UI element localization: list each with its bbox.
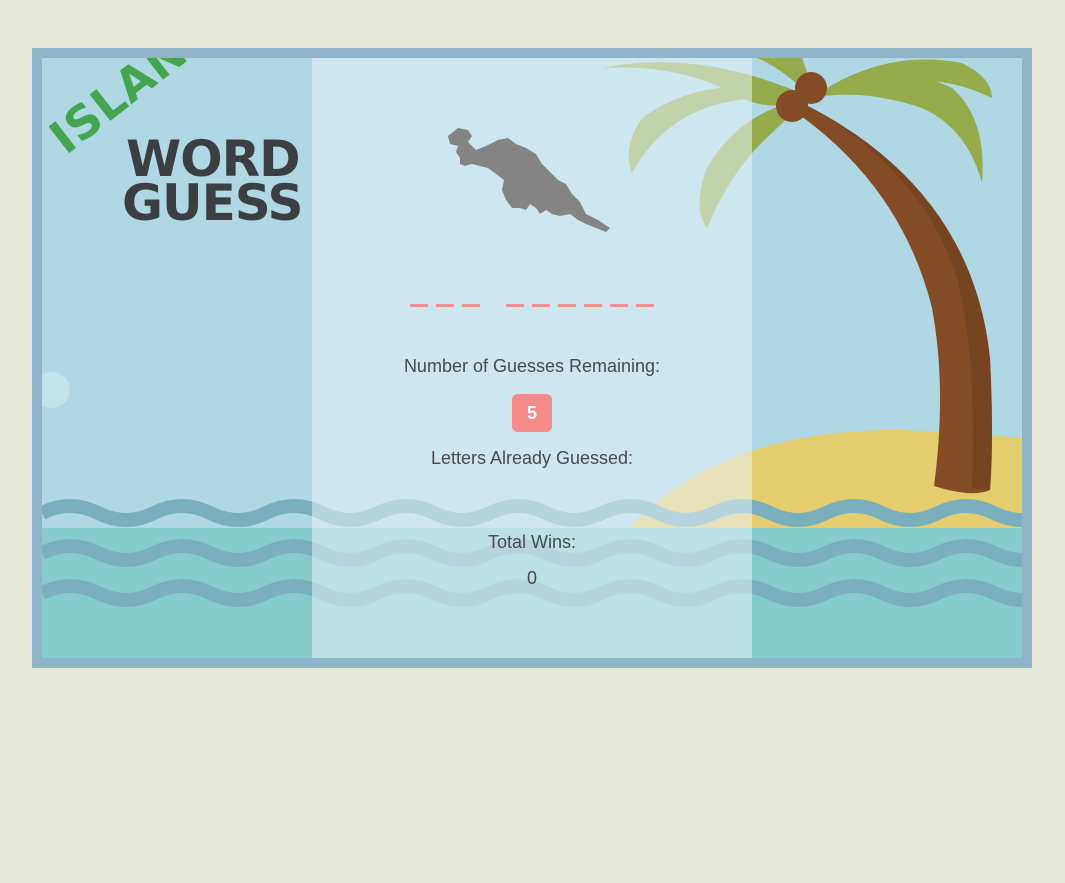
logo-guess-text: GUESS: [122, 174, 304, 232]
letter-blank: [462, 304, 480, 307]
word-blanks: [312, 304, 752, 307]
letter-blank: [610, 304, 628, 307]
total-wins-value: 0: [526, 568, 537, 588]
game-panel: Number of Guesses Remaining: 5 Letters A…: [312, 58, 752, 658]
letter-blank: [584, 304, 602, 307]
letter-blank: [410, 304, 428, 307]
letter-blank: [506, 304, 524, 307]
game-scene: ISLAND WORD GUESS Number of Guesses Rema…: [42, 58, 1022, 658]
letter-blank: [436, 304, 454, 307]
word-gap: [484, 304, 502, 307]
game-logo: ISLAND WORD GUESS: [42, 58, 312, 258]
letters-guessed-label: Letters Already Guessed:: [430, 448, 634, 468]
letter-blank: [636, 304, 654, 307]
letter-blank: [532, 304, 550, 307]
guesses-remaining-label: Number of Guesses Remaining:: [403, 356, 661, 376]
guesses-remaining-badge: 5: [512, 394, 552, 432]
island-map-icon: [448, 128, 610, 232]
letter-blank: [558, 304, 576, 307]
game-frame: ISLAND WORD GUESS Number of Guesses Rema…: [32, 48, 1032, 668]
total-wins-label: Total Wins:: [487, 532, 577, 552]
